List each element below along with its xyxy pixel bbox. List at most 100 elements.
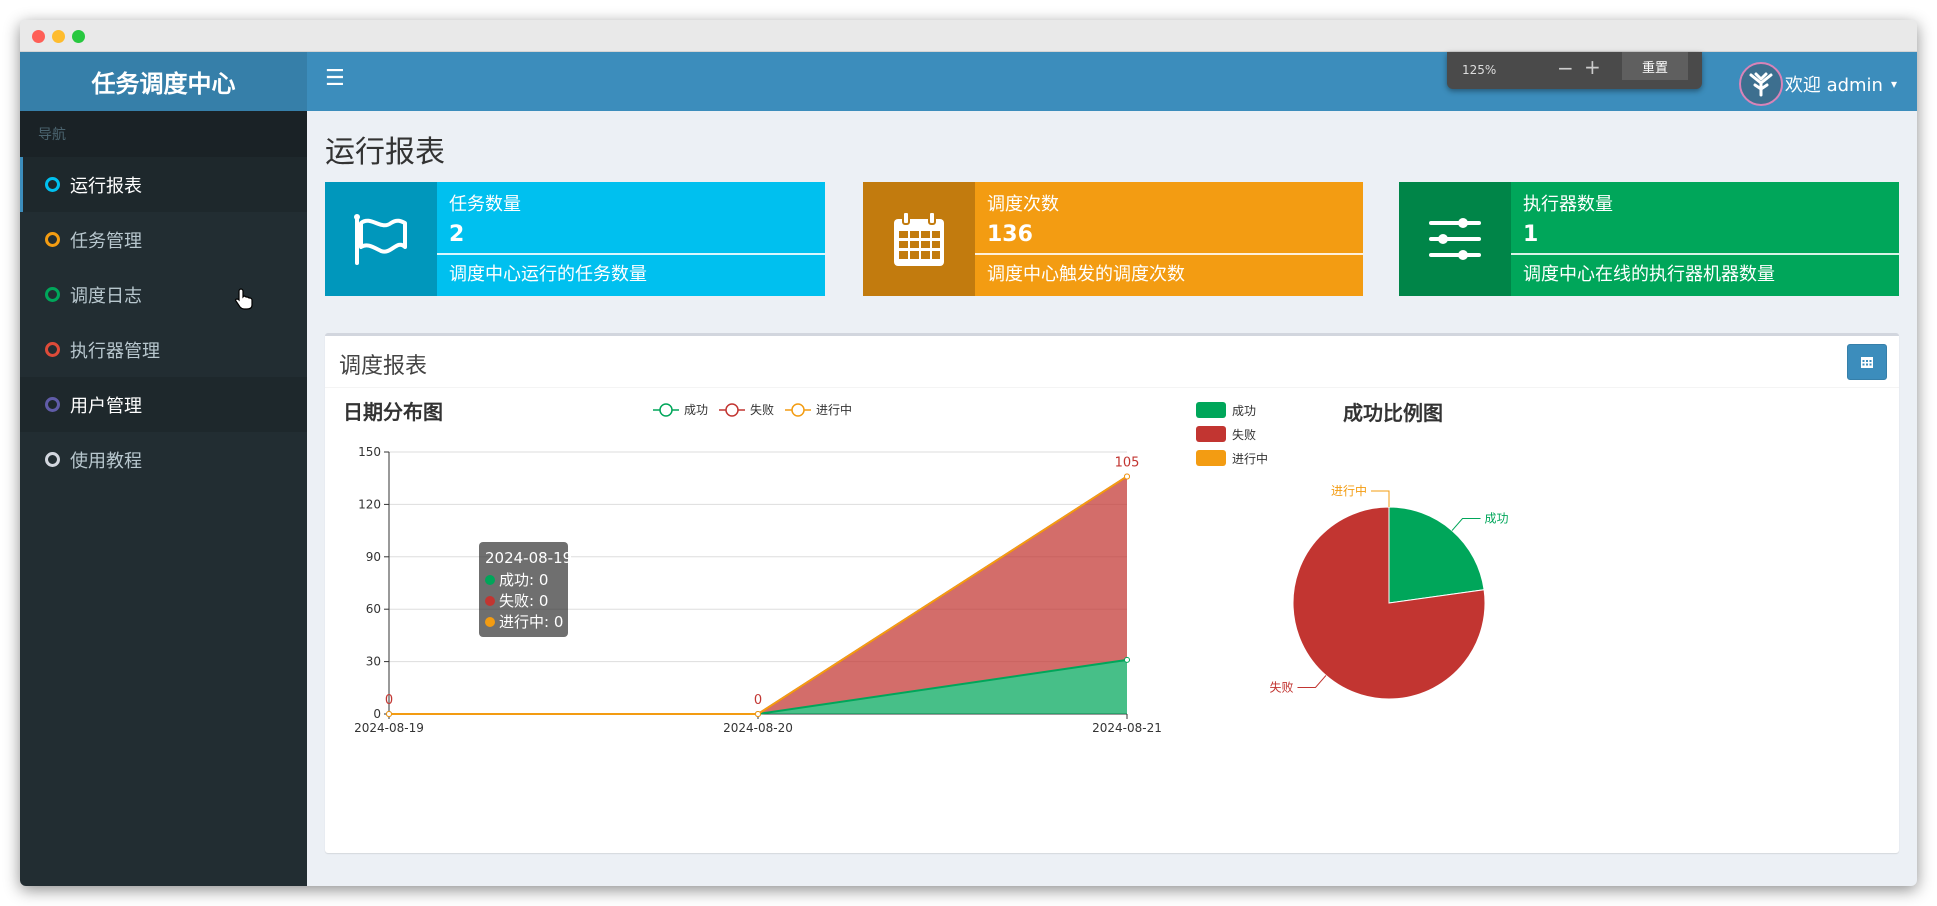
data-point — [1124, 473, 1130, 480]
brand-logo[interactable]: 任务调度中心 — [20, 52, 307, 111]
avatar — [1738, 62, 1783, 106]
hamburger-icon[interactable]: ☰ — [325, 66, 345, 91]
chart-title: 日期分布图 — [343, 400, 443, 424]
legend-item[interactable]: 失败 — [719, 402, 774, 417]
tooltip-title: 2024-08-19 — [485, 549, 572, 567]
zoom-out-button[interactable]: − — [1557, 56, 1574, 80]
tooltip-dot — [485, 575, 495, 585]
stat-divider — [975, 253, 1363, 255]
chart-tooltip: 2024-08-19 成功: 0 失败: 0 进行中: 0 — [479, 542, 572, 637]
page-title: 运行报表 — [325, 135, 445, 170]
pie-label: 进行中 — [1331, 483, 1367, 498]
circle-icon — [45, 177, 60, 192]
circle-icon — [45, 452, 60, 467]
legend-item[interactable]: 进行中 — [1196, 450, 1268, 466]
pie-chart-legend[interactable]: 成功失败进行中 — [1196, 402, 1268, 466]
tooltip-row: 成功: 0 — [499, 571, 548, 589]
pie-label: 成功 — [1485, 512, 1509, 526]
stat-description: 调度中心在线的执行器机器数量 — [1523, 264, 1775, 285]
user-greeting: 欢迎 admin — [1784, 75, 1883, 96]
calendar-icon — [1861, 357, 1873, 368]
legend-label: 进行中 — [1232, 451, 1268, 466]
legend-label: 失败 — [1232, 427, 1256, 442]
circle-icon — [45, 342, 60, 357]
line-chart-legend[interactable]: 成功 失败 进行中 — [653, 402, 852, 417]
charts-canvas: 日期分布图 成功 失败 进行中 0306090120150 2024-08-19 20… — [343, 400, 1509, 735]
circle-icon — [45, 232, 60, 247]
pie-label: 失败 — [1269, 679, 1293, 694]
tooltip-row: 进行中: 0 — [499, 613, 563, 631]
y-tick-label: 0 — [373, 707, 381, 721]
main-content: 运行报表 任务数量 2 调度中心运行的任务数量 调度次数 136 调度中心触发的… — [307, 111, 1917, 886]
stat-divider — [1511, 253, 1899, 255]
stat-box-executors: 执行器数量 1 调度中心在线的执行器机器数量 — [1399, 182, 1899, 296]
circle-icon — [45, 287, 60, 302]
sidebar-item-label: 用户管理 — [70, 395, 142, 417]
data-label: 105 — [1115, 455, 1140, 470]
sidebar-item-label: 使用教程 — [70, 450, 142, 472]
close-window-button[interactable] — [32, 30, 45, 43]
data-label: 0 — [754, 693, 762, 708]
zoom-reset-button[interactable]: 重置 — [1622, 52, 1688, 80]
data-point — [755, 711, 761, 717]
panel-title: 调度报表 — [339, 354, 428, 379]
zoom-level: 125% — [1462, 63, 1497, 77]
stat-box-triggers: 调度次数 136 调度中心触发的调度次数 — [863, 182, 1363, 296]
tooltip-dot — [485, 596, 495, 606]
sliders-icon — [1399, 182, 1511, 296]
pie-slice — [1388, 506, 1485, 604]
stat-description: 调度中心触发的调度次数 — [987, 264, 1185, 285]
sidebar-item-executors[interactable]: 执行器管理 — [20, 322, 307, 377]
top-navbar: ☰ 125% − + 重置 欢迎 admin ▾ — [307, 52, 1917, 111]
x-tick-label: 2024-08-21 — [1092, 721, 1162, 735]
legend-item[interactable]: 成功 — [1196, 402, 1256, 418]
legend-label: 进行中 — [816, 402, 852, 417]
tooltip-row: 失败: 0 — [499, 592, 548, 610]
stat-number: 136 — [987, 222, 1033, 247]
nav-header: 导航 — [20, 111, 307, 157]
hand-cursor-icon — [234, 288, 253, 314]
minimize-window-button[interactable] — [52, 30, 65, 43]
data-label: 0 — [385, 693, 393, 708]
sidebar-item-help[interactable]: 使用教程 — [20, 432, 307, 487]
pie-title: 成功比例图 — [1343, 401, 1443, 425]
user-menu[interactable]: 欢迎 admin ▾ — [1738, 62, 1897, 106]
legend-label: 失败 — [750, 402, 774, 417]
calendar-icon — [863, 182, 975, 296]
stat-label: 调度次数 — [987, 194, 1059, 215]
pie-slices — [1292, 506, 1486, 700]
circle-icon — [45, 397, 60, 412]
stat-box-jobs: 任务数量 2 调度中心运行的任务数量 — [325, 182, 825, 296]
data-point — [386, 711, 392, 717]
sidebar-item-label: 任务管理 — [70, 230, 142, 252]
sidebar-item-logs[interactable]: 调度日志 — [20, 267, 307, 322]
caret-down-icon: ▾ — [1890, 77, 1897, 91]
sidebar-item-report[interactable]: 运行报表 — [20, 157, 307, 212]
date-range-button[interactable] — [1847, 344, 1887, 380]
sidebar-item-jobs[interactable]: 任务管理 — [20, 212, 307, 267]
legend-label: 成功 — [1232, 404, 1256, 418]
legend-item[interactable]: 成功 — [653, 403, 708, 417]
stat-divider — [437, 253, 825, 255]
sidebar-item-label: 运行报表 — [70, 175, 142, 197]
zoom-in-button[interactable]: + — [1584, 55, 1601, 79]
sidebar-item-users[interactable]: 用户管理 — [20, 377, 307, 432]
stat-description: 调度中心运行的任务数量 — [449, 264, 647, 285]
legend-item[interactable]: 进行中 — [785, 402, 852, 417]
data-point — [1124, 656, 1130, 663]
x-tick-label: 2024-08-19 — [354, 721, 424, 735]
x-axis-ticks: 2024-08-19 2024-08-20 2024-08-21 — [354, 713, 1162, 735]
y-axis-ticks: 0 30 60 90 120 150 — [358, 445, 390, 721]
maximize-window-button[interactable] — [72, 30, 85, 43]
sidebar-item-label: 调度日志 — [70, 285, 142, 307]
pie-label-line — [1451, 518, 1481, 531]
y-tick-label: 30 — [366, 655, 381, 669]
stat-number: 2 — [449, 222, 465, 247]
y-tick-label: 60 — [366, 602, 381, 616]
legend-item[interactable]: 失败 — [1196, 426, 1256, 442]
pie-label-line — [1297, 675, 1327, 688]
stat-label: 执行器数量 — [1523, 194, 1613, 215]
y-tick-label: 90 — [366, 550, 381, 564]
sidebar-item-label: 执行器管理 — [70, 340, 160, 362]
y-tick-label: 150 — [358, 445, 381, 459]
